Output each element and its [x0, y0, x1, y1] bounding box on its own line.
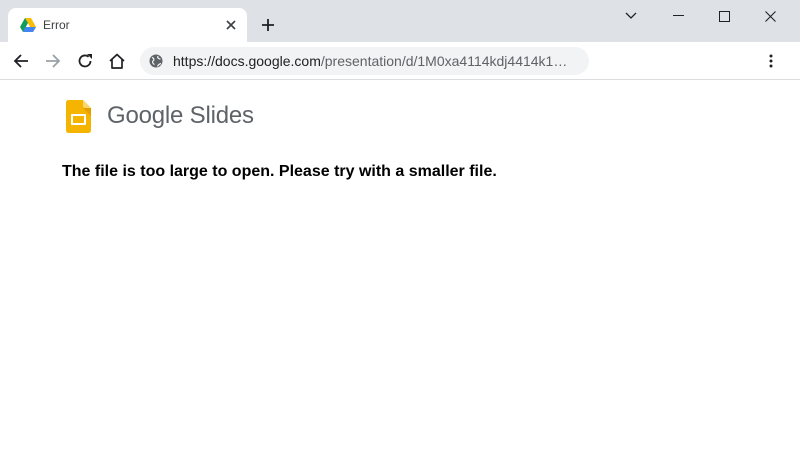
- page-content: Google Slides The file is too large to o…: [0, 81, 800, 469]
- tab-close-button[interactable]: [223, 17, 239, 33]
- minimize-button[interactable]: [655, 0, 701, 32]
- back-button[interactable]: [8, 49, 34, 73]
- maximize-button[interactable]: [701, 0, 747, 32]
- arrow-right-icon: [46, 54, 61, 68]
- plus-icon: [262, 19, 274, 31]
- minimize-icon: [672, 15, 684, 16]
- url-path: /presentation/d/1M0xa4114kdj4414k1…: [320, 53, 568, 69]
- reload-icon: [78, 54, 92, 68]
- browser-menu-button[interactable]: [760, 49, 782, 73]
- address-bar[interactable]: https://docs.google.com/presentation/d/1…: [140, 47, 589, 75]
- chevron-down-icon: [625, 12, 637, 19]
- tab-search-button[interactable]: [608, 0, 654, 32]
- more-vertical-icon: [769, 54, 773, 68]
- maximize-icon: [718, 10, 730, 22]
- tab-title: Error: [43, 18, 70, 32]
- brand-name: Google Slides: [107, 102, 254, 129]
- new-tab-button[interactable]: [258, 15, 278, 35]
- arrow-left-icon: [13, 54, 28, 68]
- url-text[interactable]: https://docs.google.com/presentation/d/1…: [173, 53, 578, 69]
- error-message: The file is too large to open. Please tr…: [62, 163, 497, 180]
- forward-button[interactable]: [40, 49, 66, 73]
- tab-strip: Error: [0, 0, 800, 42]
- close-icon: [764, 10, 776, 22]
- url-host: https://docs.google.com: [173, 53, 321, 69]
- globe-icon[interactable]: [149, 54, 163, 68]
- google-slides-logo-icon: [66, 99, 91, 133]
- google-slides-brand: Google Slides: [66, 99, 254, 133]
- home-button[interactable]: [104, 49, 130, 73]
- window-close-button[interactable]: [747, 0, 793, 32]
- google-drive-icon: [20, 18, 36, 32]
- tab-error[interactable]: Error: [8, 8, 247, 42]
- reload-button[interactable]: [72, 49, 98, 73]
- browser-window: Error https://docs.google.com/presentati…: [0, 0, 800, 469]
- close-icon: [226, 20, 236, 30]
- browser-toolbar: https://docs.google.com/presentation/d/1…: [0, 42, 800, 80]
- home-icon: [109, 53, 125, 69]
